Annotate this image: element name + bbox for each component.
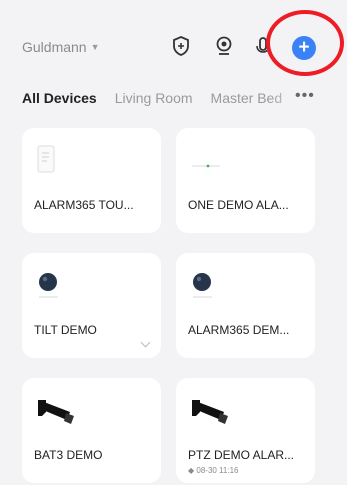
dome-camera-icon [36, 269, 62, 308]
alarm-panel-icon [190, 144, 224, 179]
tab-all-devices[interactable]: All Devices [22, 90, 97, 110]
home-selector[interactable]: Guldmann ▼ [22, 39, 100, 55]
device-card-tilt-demo[interactable]: TILT DEMO [22, 253, 161, 358]
device-status-time: 08-30 11:16 [196, 466, 239, 475]
alarm-panel-icon [36, 144, 58, 179]
chevron-down-icon[interactable] [140, 337, 151, 348]
device-card-alarm365-touch[interactable]: ALARM365 TOU... [22, 128, 161, 233]
device-name: PTZ DEMO ALAR... [188, 448, 295, 462]
device-card-bat3-demo[interactable]: BAT3 DEMO [22, 378, 161, 483]
device-card-ptz-demo[interactable]: PTZ DEMO ALAR... ◆ 08-30 11:16 [176, 378, 315, 483]
dome-camera-icon [190, 269, 216, 308]
device-name: ALARM365 DEM... [188, 323, 290, 337]
tab-living-room[interactable]: Living Room [115, 90, 193, 110]
highlight-circle [266, 10, 344, 76]
device-name: ALARM365 TOU... [34, 198, 134, 212]
device-status: ◆ 08-30 11:16 [188, 466, 239, 475]
device-card-one-demo[interactable]: ONE DEMO ALA... [176, 128, 315, 233]
device-name: TILT DEMO [34, 323, 97, 337]
bullet-camera-icon [190, 394, 230, 433]
device-card-alarm365-demo[interactable]: ALARM365 DEM... [176, 253, 315, 358]
room-tabs: All Devices Living Room Master Bed [22, 90, 327, 110]
bullet-camera-icon [36, 394, 76, 433]
device-name: BAT3 DEMO [34, 448, 103, 462]
caret-down-icon: ▼ [90, 42, 100, 52]
camera-icon[interactable] [213, 35, 235, 57]
device-name: ONE DEMO ALA... [188, 198, 289, 212]
more-tabs-icon[interactable]: ••• [295, 87, 315, 105]
home-name: Guldmann [22, 39, 87, 55]
shield-icon[interactable] [170, 35, 192, 57]
top-bar: Guldmann ▼ + [0, 0, 347, 90]
